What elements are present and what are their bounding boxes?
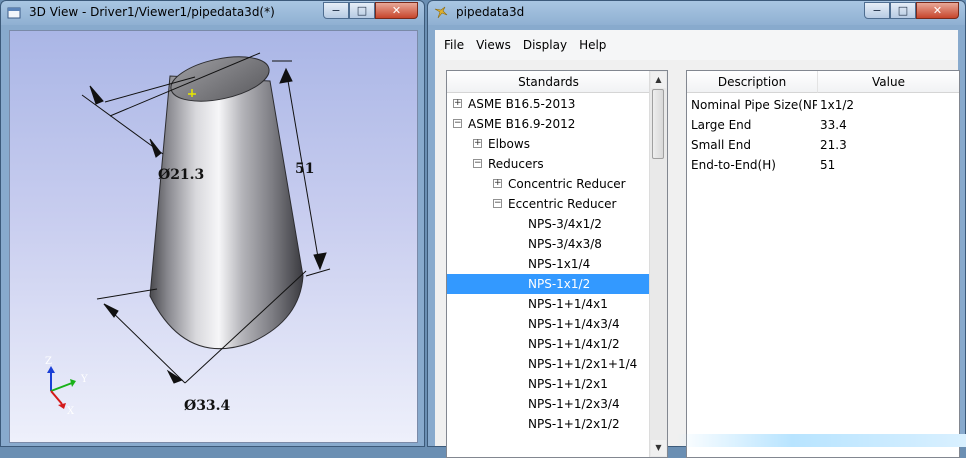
- axis-y-label: Y: [80, 374, 88, 385]
- tree-item-nps[interactable]: NPS-1+1/2x1+1/4: [447, 354, 650, 374]
- tree-item-asme-b16-5[interactable]: + ASME B16.5-2013: [447, 94, 650, 114]
- property-value: 51: [820, 158, 836, 172]
- tree-item-label: NPS-1+1/4x1/2: [528, 337, 620, 351]
- app-maximize-button[interactable]: □: [890, 2, 916, 19]
- 3d-scene: Ø21.3 51 Ø33.4 Z Y X: [45, 52, 331, 417]
- app-logo-icon: [434, 6, 448, 19]
- tree-item-reducers[interactable]: − Reducers: [447, 154, 650, 174]
- tree-item-label: NPS-1x1/4: [528, 257, 591, 271]
- desktop-glow: [676, 434, 966, 447]
- tree-item-nps[interactable]: NPS-1+1/2x1: [447, 374, 650, 394]
- tree-item-concentric-reducer[interactable]: + Concentric Reducer: [447, 174, 650, 194]
- menu-file[interactable]: File: [438, 38, 470, 52]
- tree-item-label: NPS-1+1/4x3/4: [528, 317, 620, 331]
- tree-item-nps[interactable]: NPS-1+1/4x1: [447, 294, 650, 314]
- tree-item-nps[interactable]: NPS-1+1/2x1/2: [447, 414, 650, 434]
- tree-item-label: NPS-1+1/2x1+1/4: [528, 357, 638, 371]
- axis-z-label: Z: [45, 356, 52, 367]
- property-description: End-to-End(H): [691, 158, 776, 172]
- properties-table[interactable]: Description Value Nominal Pipe Size(NPS …: [686, 70, 960, 458]
- tree-item-label: NPS-1+1/2x1: [528, 377, 608, 391]
- axis-triad: Z Y X: [45, 356, 88, 417]
- collapse-icon[interactable]: −: [473, 159, 482, 168]
- column-header-description[interactable]: Description: [687, 71, 818, 93]
- viewer-minimize-button[interactable]: −: [323, 2, 349, 19]
- reducer-body: [149, 75, 304, 350]
- scroll-thumb[interactable]: [652, 89, 664, 159]
- 3d-viewport[interactable]: Ø21.3 51 Ø33.4 Z Y X: [9, 30, 418, 443]
- tree-item-eccentric-reducer[interactable]: − Eccentric Reducer: [447, 194, 650, 214]
- pipedata3d-window: pipedata3d − □ ✕ File Views Display Help…: [427, 0, 966, 458]
- tree-item-label: NPS-3/4x3/8: [528, 237, 602, 251]
- tree-item-nps-selected[interactable]: NPS-1x1/2: [447, 274, 650, 294]
- property-description: Large End: [691, 118, 752, 132]
- table-row[interactable]: End-to-End(H) 51: [687, 155, 959, 175]
- tree-item-label: ASME B16.9-2012: [468, 117, 576, 131]
- tree-item-label: NPS-3/4x1/2: [528, 217, 602, 231]
- app-minimize-button[interactable]: −: [864, 2, 890, 19]
- viewer-title: 3D View - Driver1/Viewer1/pipedata3d(*): [29, 5, 275, 19]
- collapse-icon[interactable]: −: [493, 199, 502, 208]
- tree-item-label: Concentric Reducer: [508, 177, 626, 191]
- column-header-value[interactable]: Value: [818, 71, 959, 93]
- tree-item-nps[interactable]: NPS-1x1/4: [447, 254, 650, 274]
- collapse-icon[interactable]: −: [453, 119, 462, 128]
- tree-item-label: NPS-1+1/2x3/4: [528, 397, 620, 411]
- scroll-up-icon[interactable]: ▲: [651, 72, 666, 88]
- tree-item-label: NPS-1+1/2x1/2: [528, 417, 620, 431]
- property-value: 21.3: [820, 138, 847, 152]
- table-row[interactable]: Large End 33.4: [687, 115, 959, 135]
- tree-item-label: ASME B16.5-2013: [468, 97, 576, 111]
- property-description: Nominal Pipe Size(NPS: [691, 98, 817, 112]
- scroll-down-icon[interactable]: ▼: [651, 440, 666, 456]
- tree-item-elbows[interactable]: + Elbows: [447, 134, 650, 154]
- tree-scrollbar[interactable]: ▲ ▼: [649, 71, 667, 457]
- property-value: 33.4: [820, 118, 847, 132]
- app-close-button[interactable]: ✕: [916, 2, 959, 19]
- standards-header[interactable]: Standards: [447, 71, 650, 93]
- tree-item-asme-b16-9[interactable]: − ASME B16.9-2012: [447, 114, 650, 134]
- menu-views[interactable]: Views: [470, 38, 517, 52]
- table-row[interactable]: Nominal Pipe Size(NPS 1x1/2: [687, 95, 959, 115]
- tree-item-label: Eccentric Reducer: [508, 197, 617, 211]
- expand-icon[interactable]: +: [473, 139, 482, 148]
- dim-large-label: Ø33.4: [184, 398, 231, 414]
- expand-icon[interactable]: +: [493, 179, 502, 188]
- property-description: Small End: [691, 138, 751, 152]
- menu-bar: File Views Display Help: [435, 30, 958, 60]
- viewer-close-button[interactable]: ✕: [375, 2, 418, 19]
- menu-help[interactable]: Help: [573, 38, 612, 52]
- dim-height-label: 51: [295, 161, 314, 177]
- tree-item-nps[interactable]: NPS-1+1/2x3/4: [447, 394, 650, 414]
- tree-item-nps[interactable]: NPS-3/4x3/8: [447, 234, 650, 254]
- tree-item-nps[interactable]: NPS-1+1/4x3/4: [447, 314, 650, 334]
- viewer-window: 3D View - Driver1/Viewer1/pipedata3d(*) …: [0, 0, 425, 447]
- tree-item-nps[interactable]: NPS-1+1/4x1/2: [447, 334, 650, 354]
- app-title: pipedata3d: [456, 5, 525, 19]
- viewer-app-icon: [7, 7, 21, 19]
- viewer-titlebar[interactable]: 3D View - Driver1/Viewer1/pipedata3d(*) …: [1, 1, 424, 25]
- tree-item-label: NPS-1+1/4x1: [528, 297, 608, 311]
- viewer-maximize-button[interactable]: □: [349, 2, 375, 19]
- expand-icon[interactable]: +: [453, 99, 462, 108]
- property-value: 1x1/2: [820, 98, 855, 112]
- tree-item-label: Elbows: [488, 137, 530, 151]
- dim-small-label: Ø21.3: [158, 167, 204, 183]
- standards-tree[interactable]: Standards + ASME B16.5-2013 − ASME B16.9…: [446, 70, 668, 458]
- tree-item-label: Reducers: [488, 157, 544, 171]
- tree-item-label: NPS-1x1/2: [528, 277, 591, 291]
- pipedata3d-titlebar[interactable]: pipedata3d − □ ✕: [428, 1, 965, 25]
- axis-x-label: X: [67, 406, 75, 417]
- app-client-area: File Views Display Help Standards + ASME…: [435, 30, 960, 458]
- table-row[interactable]: Small End 21.3: [687, 135, 959, 155]
- menu-display[interactable]: Display: [517, 38, 573, 52]
- tree-item-nps[interactable]: NPS-3/4x1/2: [447, 214, 650, 234]
